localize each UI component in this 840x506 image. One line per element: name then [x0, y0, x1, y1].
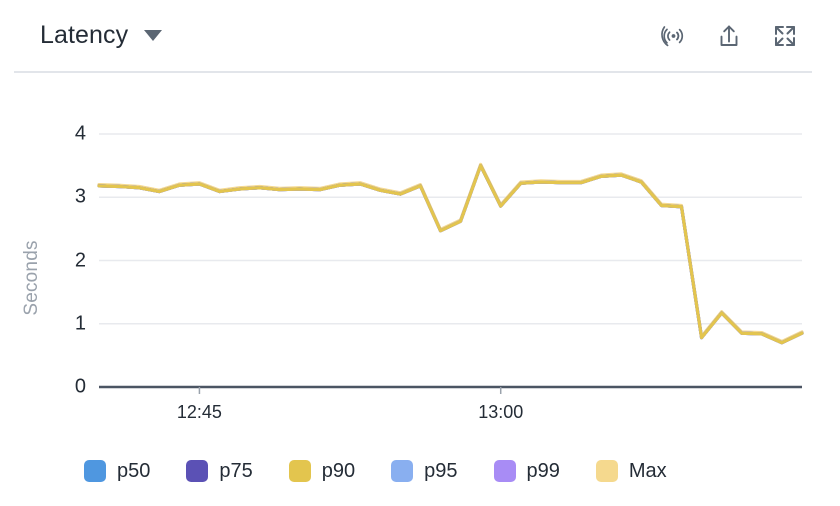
legend-swatch-icon [595, 460, 618, 482]
series-line-p95 [97, 164, 804, 345]
legend-swatch-icon [288, 460, 311, 482]
legend-label: p99 [526, 459, 560, 482]
page-title: Latency [40, 21, 129, 49]
legend-item-p75[interactable]: p75 [186, 459, 253, 483]
latency-chart-card: Latency Seconds 0 1 2 3 4 12:45 13:00 p5… [0, 0, 840, 506]
legend-swatch-icon [84, 460, 106, 482]
latency-line-chart[interactable]: 12:45 13:00 [0, 71, 840, 436]
legend-item-max[interactable]: Max [595, 459, 667, 483]
x-tick-label: 12:45 [177, 402, 222, 422]
legend-item-p90[interactable]: p90 [288, 459, 356, 483]
series-line-p75 [97, 164, 804, 345]
live-data-icon[interactable] [658, 21, 688, 51]
metric-selector[interactable]: Latency [40, 21, 163, 50]
share-icon[interactable] [714, 21, 744, 51]
chevron-down-icon[interactable] [144, 30, 163, 41]
chart-legend: p50 p75 p90 p95 p99 Max [0, 436, 840, 506]
fullscreen-icon[interactable] [770, 21, 800, 51]
legend-swatch-icon [186, 460, 209, 482]
series-line-p90 [97, 164, 804, 345]
legend-label: p90 [321, 459, 356, 482]
chart-area: Seconds 01234 12:45 13:00 [0, 71, 840, 436]
x-tick-label: 13:00 [478, 402, 523, 422]
legend-item-p99[interactable]: p99 [493, 459, 560, 483]
card-header: Latency [0, 0, 840, 71]
legend-label: p50 [117, 459, 151, 482]
legend-label: Max [628, 459, 667, 482]
legend-label: p95 [424, 459, 458, 482]
legend-swatch-icon [493, 460, 516, 482]
legend-label: p75 [219, 459, 253, 482]
legend-item-p50[interactable]: p50 [84, 460, 150, 483]
series-line-p50 [97, 164, 804, 345]
header-actions [658, 21, 800, 51]
legend-swatch-icon [391, 460, 414, 482]
legend-item-p95[interactable]: p95 [391, 459, 458, 483]
series-line-p99 [97, 164, 804, 345]
